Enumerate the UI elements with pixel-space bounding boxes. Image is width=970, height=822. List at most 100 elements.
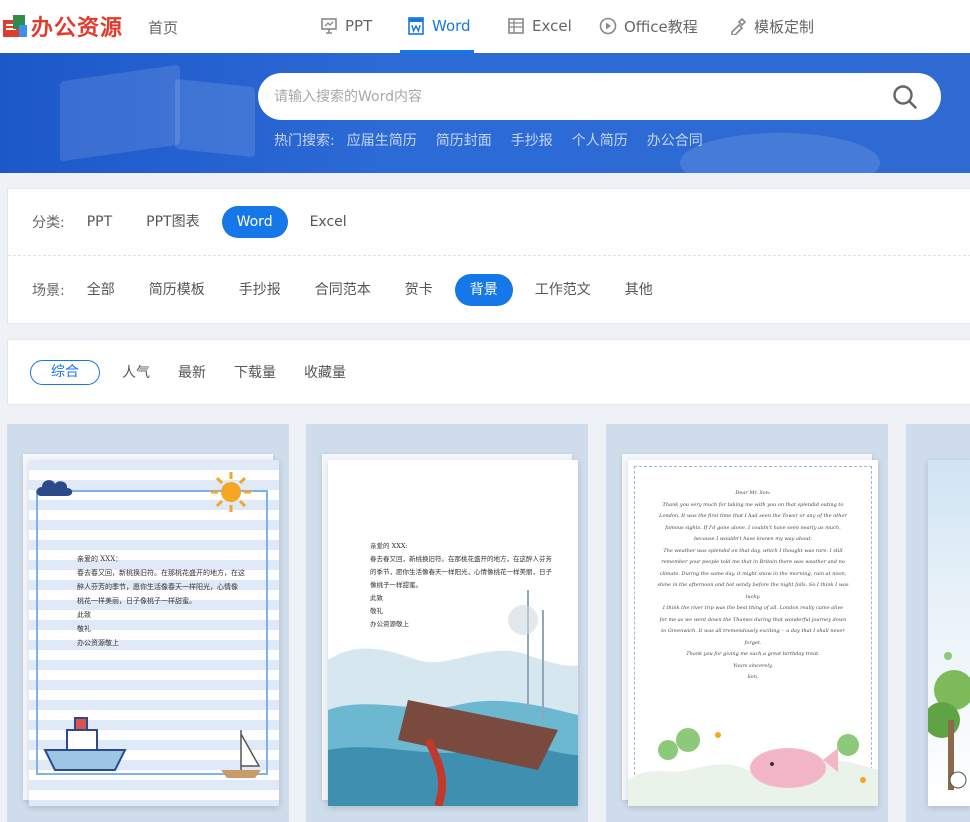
text-line: Thank you very much for taking me with y… [662, 501, 844, 508]
text-line: 像桃子一样甜蜜。 [370, 581, 422, 589]
template-card[interactable]: 亲爱的 XXX： 春去春又回，新桃换旧符。在那桃花盛开的地方，在这 醉人芬芳的季… [7, 424, 289, 822]
text-line: 此致 [370, 594, 383, 602]
logo-text: 办公资源 [31, 16, 124, 41]
search-banner: 热门搜索: 应届生简历 简历封面 手抄报 个人简历 办公合同 [0, 53, 970, 173]
text-line: Thank you for giving me such a great bir… [686, 651, 820, 657]
sort-option-downloads[interactable]: 下载量 [234, 362, 276, 382]
template-body-text: Dear Mr. lion: Thank you very much for t… [642, 488, 864, 684]
text-line: to Greenwich. It was all tremendously ex… [661, 628, 845, 634]
hot-search-term[interactable]: 手抄报 [511, 130, 553, 150]
scene-option-handwritten-newspaper[interactable]: 手抄报 [227, 274, 293, 306]
sort-option-newest[interactable]: 最新 [178, 362, 206, 382]
hot-search-term[interactable]: 个人简历 [572, 130, 628, 150]
sort-option-favorites[interactable]: 收藏量 [304, 362, 346, 382]
hot-searches: 热门搜索: 应届生简历 简历封面 手抄报 个人简历 办公合同 [274, 130, 722, 150]
template-body-text: 亲爱的 XXX： 春去春又回，新桃换旧符。在那桃花盛开的地方，在这 醉人芬芳的季… [77, 552, 257, 650]
text-line: climate. During the same day, it might s… [659, 570, 847, 577]
sailboat-icon [221, 730, 261, 778]
play-circle-icon [599, 17, 617, 35]
scene-option-work-essay[interactable]: 工作范文 [523, 274, 603, 306]
text-line: 敬礼 [370, 607, 383, 615]
nav-word-label: Word [432, 17, 471, 35]
text-line: 桃花一样美丽，日子像桃子一样甜蜜。 [77, 597, 196, 605]
nav-word[interactable]: Word [407, 15, 471, 37]
template-card[interactable]: Dear Mr. lion: Thank you very much for t… [606, 424, 888, 822]
text-line: The weather was splendid on that day, wh… [663, 547, 843, 554]
hot-search-label: 热门搜索: [274, 133, 335, 149]
filter-panel: 分类: PPT PPT图表 Word Excel 场景: 全部 简历模板 手抄报… [7, 188, 970, 324]
text-line: forget. [744, 639, 762, 646]
logo-icon [2, 13, 28, 39]
template-thumbnail [928, 460, 970, 806]
scene-label: 场景: [32, 282, 65, 299]
excel-icon [507, 17, 525, 35]
text-line: because I wouldn't have known my way abo… [693, 536, 813, 542]
category-option-ppt-chart[interactable]: PPT图表 [134, 206, 211, 238]
banner-book-decoration [175, 78, 255, 158]
category-option-excel[interactable]: Excel [298, 206, 359, 238]
text-line: 敬礼 [77, 625, 91, 633]
nav-office-tutorial[interactable]: Office教程 [599, 15, 698, 37]
site-logo[interactable]: 办公资源 [0, 6, 123, 46]
text-line: 春去春又回，新桃换旧符。在那桃花盛开的地方，在这醉人芬芳 [370, 555, 552, 563]
text-line: 此致 [77, 611, 91, 619]
word-icon [407, 17, 425, 35]
text-line: 亲爱的 XXX: [370, 542, 408, 550]
scene-option-all[interactable]: 全部 [75, 274, 127, 306]
text-line: I think the river trip was the best thin… [662, 605, 844, 611]
scene-option-greeting-card[interactable]: 贺卡 [393, 274, 445, 306]
text-line: lucky. [745, 593, 761, 600]
boat-icon [43, 717, 127, 771]
text-line: 亲爱的 XXX： [77, 555, 123, 563]
search-box [258, 73, 941, 120]
search-icon[interactable] [891, 83, 919, 111]
banner-book-decoration [60, 64, 180, 162]
search-input[interactable] [274, 86, 874, 108]
nav-home[interactable]: 首页 [148, 17, 178, 38]
template-thumbnail: 亲爱的 XXX： 春去春又回，新桃换旧符。在那桃花盛开的地方，在这 醉人芬芳的季… [29, 460, 279, 806]
hot-search-term[interactable]: 简历封面 [436, 130, 492, 150]
template-body-text: 亲爱的 XXX: 春去春又回，新桃换旧符。在那桃花盛开的地方，在这醉人芬芳 的季… [370, 540, 570, 631]
template-thumbnail: 亲爱的 XXX: 春去春又回，新桃换旧符。在那桃花盛开的地方，在这醉人芬芳 的季… [328, 460, 578, 806]
text-line: shine in the afternoon and hot windy bef… [657, 582, 849, 588]
text-line: 的季节，愿你生活像春天一样阳光，心情像桃花一样美丽，日子 [370, 568, 552, 576]
template-card[interactable]: 亲爱的 XXX: 春去春又回，新桃换旧符。在那桃花盛开的地方，在这醉人芬芳 的季… [306, 424, 588, 822]
hot-search-term[interactable]: 办公合同 [647, 130, 703, 150]
sort-option-popularity[interactable]: 人气 [122, 362, 150, 382]
scene-option-other[interactable]: 其他 [613, 274, 665, 306]
text-line: 醉人芬芳的季节，愿你生活像春天一样阳光，心情像 [77, 583, 238, 591]
nav-template-custom[interactable]: 模板定制 [729, 15, 814, 37]
template-card[interactable] [906, 424, 970, 822]
text-line: 办公资源敬上 [370, 620, 409, 628]
sort-option-comprehensive[interactable]: 综合 [30, 359, 100, 385]
text-line: Yours sincerely, [733, 662, 773, 669]
template-thumbnail: Dear Mr. lion: Thank you very much for t… [628, 460, 878, 806]
text-line: famous sights. If I'd gone alone, I coul… [665, 524, 841, 531]
nav-office-tutorial-label: Office教程 [624, 17, 698, 36]
top-nav: 办公资源 首页 PPT Word Excel Office教程 模板定制 [0, 0, 970, 53]
text-line: for me as we went down the Thames during… [659, 616, 847, 623]
category-filter-row: 分类: PPT PPT图表 Word Excel [8, 189, 970, 256]
scene-option-background[interactable]: 背景 [454, 273, 513, 306]
text-line: remember your people told me that in Bri… [661, 559, 845, 565]
text-line: 春去春又回，新桃换旧符。在那桃花盛开的地方，在这 [77, 569, 245, 577]
whale-illustration [628, 728, 878, 806]
category-label: 分类: [32, 215, 65, 231]
cloud-icon [36, 480, 73, 496]
nav-template-custom-label: 模板定制 [754, 17, 815, 36]
nav-ppt-label: PPT [345, 17, 373, 35]
category-option-word[interactable]: Word [221, 206, 288, 238]
text-line: Dear Mr. lion: [735, 490, 771, 496]
scene-option-contract[interactable]: 合同范本 [303, 274, 383, 306]
category-option-ppt[interactable]: PPT [75, 206, 124, 238]
hot-search-term[interactable]: 应届生简历 [347, 130, 417, 150]
nav-ppt[interactable]: PPT [320, 15, 372, 37]
sun-icon [211, 472, 251, 512]
scene-option-resume[interactable]: 简历模板 [137, 274, 217, 306]
nav-excel[interactable]: Excel [507, 15, 572, 37]
presentation-icon [320, 17, 338, 35]
text-line: London. It was the first time that I had… [659, 513, 847, 519]
tree-illustration [928, 652, 970, 790]
scene-filter-row: 场景: 全部 简历模板 手抄报 合同范本 贺卡 背景 工作范文 其他 [8, 256, 970, 323]
nav-excel-label: Excel [532, 17, 572, 35]
